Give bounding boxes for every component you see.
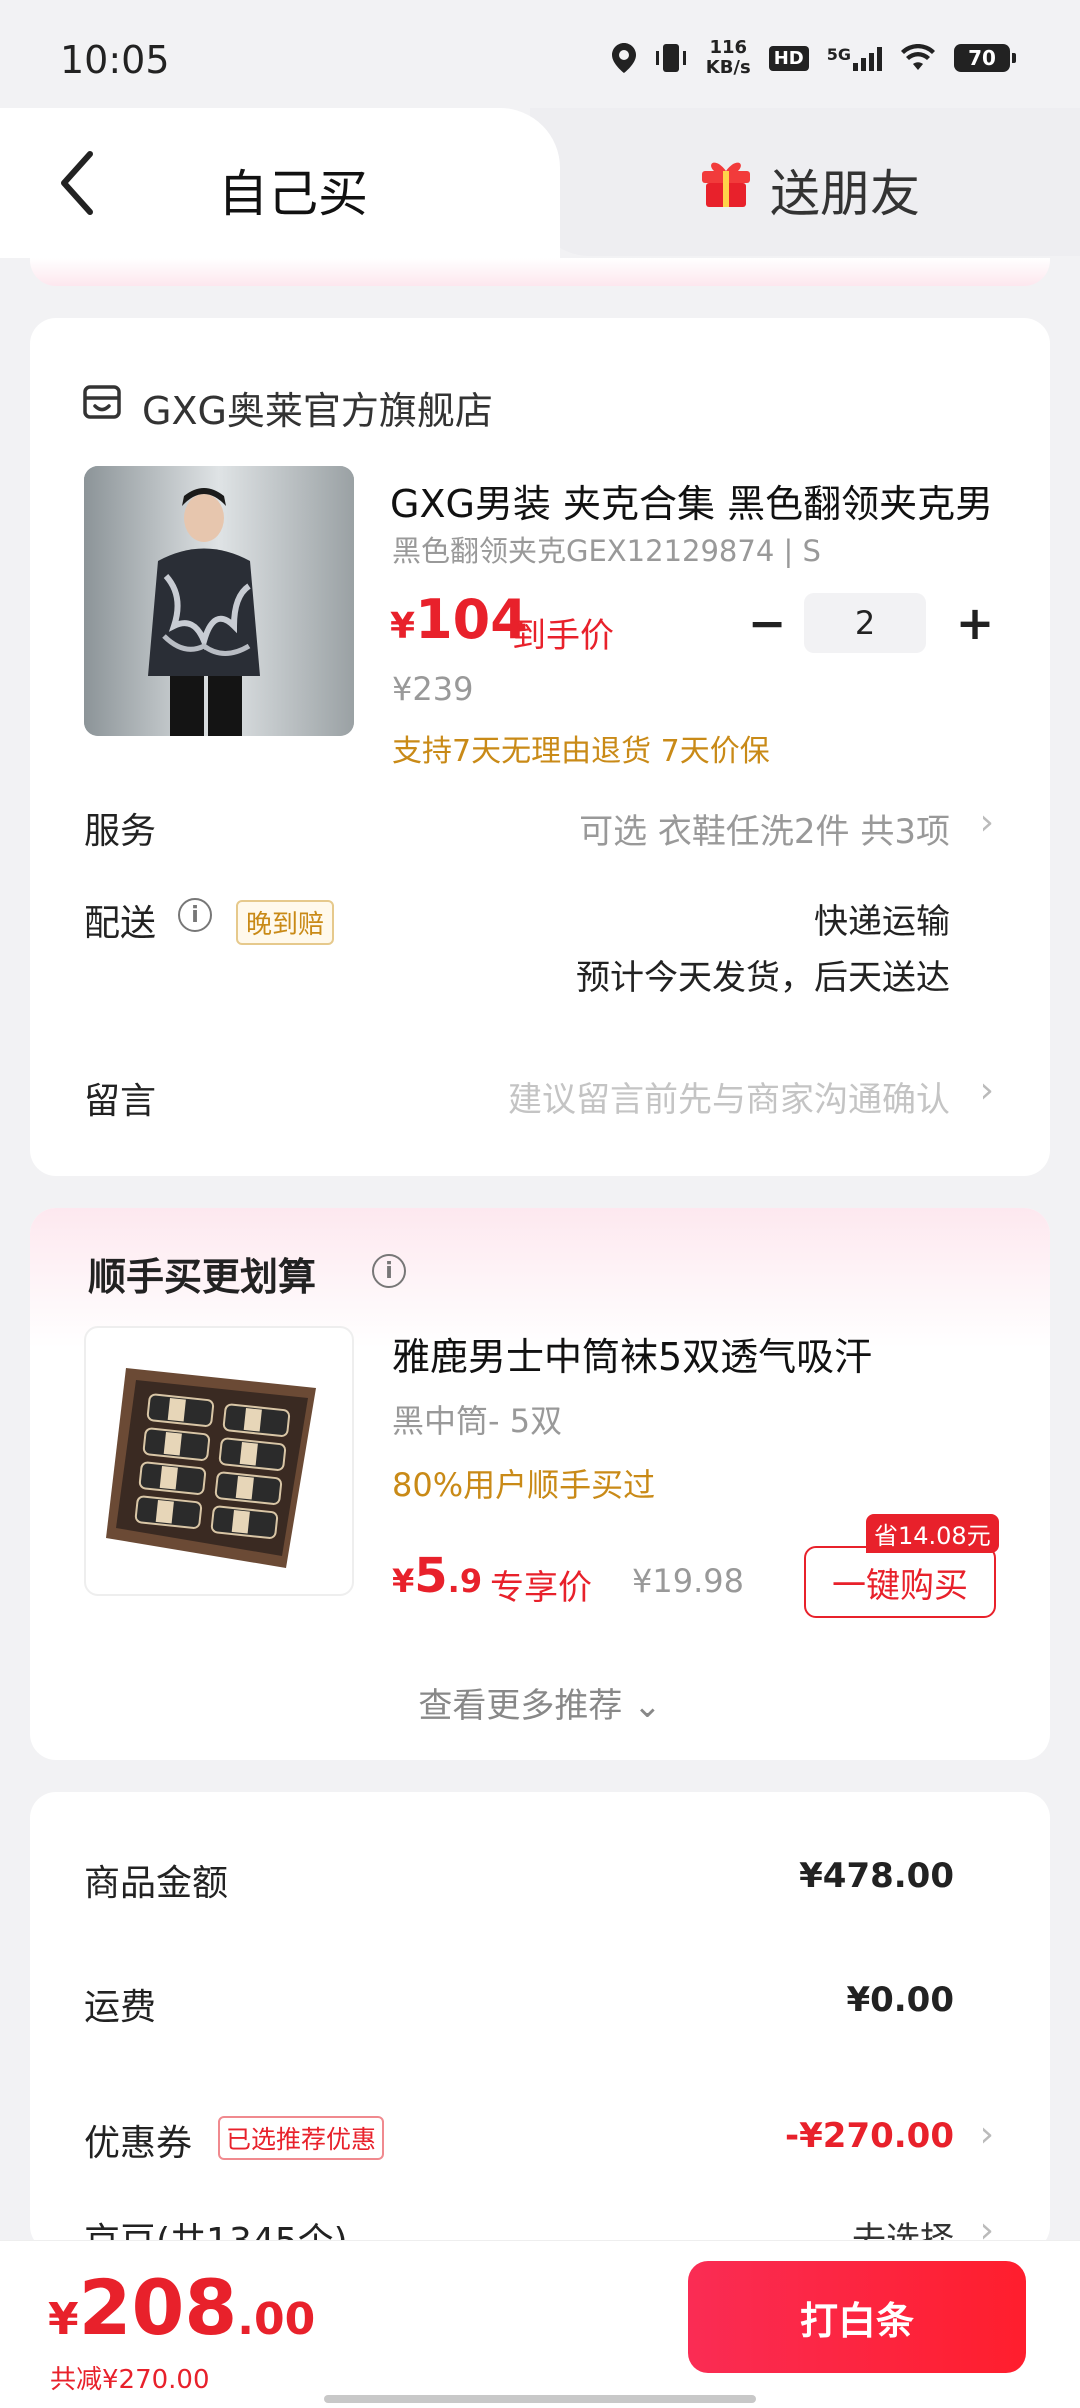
network-type: 5G bbox=[826, 45, 851, 64]
total-price: ¥208.00 bbox=[48, 2263, 315, 2352]
recommend-product-variant[interactable]: 黑中筒- 5双 bbox=[392, 1396, 562, 1442]
pink-divider bbox=[30, 258, 1050, 286]
delivery-method: 快递运输 bbox=[814, 902, 950, 942]
shipping-label: 运费 bbox=[84, 1987, 157, 2028]
home-indicator[interactable] bbox=[324, 2395, 756, 2403]
total-int: 208 bbox=[78, 2263, 238, 2352]
store-name[interactable]: GXG奥莱官方旗舰店 bbox=[142, 380, 493, 435]
vibrate-icon bbox=[655, 44, 686, 72]
guarantee-text: 支持7天无理由退货 7天价保 bbox=[392, 734, 770, 769]
socks-box-figure bbox=[106, 1368, 316, 1568]
back-icon[interactable] bbox=[54, 148, 104, 218]
tab-gift-label: 送朋友 bbox=[770, 165, 920, 223]
checkout-bar: ¥208.00 共减¥270.00 打白条 bbox=[0, 2240, 1080, 2408]
message-input[interactable]: 建议留言前先与商家沟通确认 bbox=[508, 1072, 950, 1121]
delivery-label: 配送 bbox=[84, 903, 157, 944]
quantity-plus-button[interactable]: + bbox=[950, 596, 1000, 650]
recommend-info-icon[interactable]: i bbox=[372, 1254, 406, 1288]
recommend-card: 顺手买更划算 i 雅鹿男士中筒袜5双透气吸汗 黑中筒- 5双 80%用户顺手买过… bbox=[30, 1208, 1050, 1760]
tab-self-label: 自己买 bbox=[218, 165, 368, 223]
hd-icon: HD bbox=[768, 45, 809, 71]
goods-amount-value: ¥478.00 bbox=[799, 1856, 954, 1896]
coupon-label: 优惠券 bbox=[84, 2123, 193, 2164]
recommend-original-price: ¥19.98 bbox=[632, 1562, 744, 1600]
coupon-chevron-icon[interactable]: › bbox=[980, 2114, 994, 2155]
recommend-product-image[interactable] bbox=[84, 1326, 354, 1596]
total-dec: .00 bbox=[237, 2294, 316, 2345]
quantity-minus-button[interactable]: − bbox=[742, 596, 792, 650]
recommend-title: 顺手买更划算 bbox=[88, 1255, 317, 1299]
tab-gift[interactable]: 送朋友 bbox=[530, 108, 1080, 256]
coupon-badge: 已选推荐优惠 bbox=[218, 2116, 385, 2160]
location-icon bbox=[611, 43, 636, 73]
recommend-price-dec: .9 bbox=[447, 1562, 483, 1600]
message-chevron-icon[interactable]: › bbox=[980, 1070, 994, 1111]
product-price: ¥104 bbox=[390, 588, 528, 651]
tab-bar: 送朋友 自己买 bbox=[0, 108, 1080, 258]
message-label: 留言 bbox=[84, 1081, 157, 1122]
total-symbol: ¥ bbox=[48, 2294, 79, 2345]
status-bar: 10:05 116 KB/s HD 5G 70 bbox=[0, 0, 1080, 110]
one-click-buy-button[interactable]: 一键购买 bbox=[804, 1546, 996, 1618]
tab-self[interactable]: 自己买 bbox=[0, 108, 560, 258]
late-compensation-badge: 晚到赔 bbox=[236, 900, 335, 945]
shipping-value: ¥0.00 bbox=[846, 1980, 954, 2020]
recommend-price-int: 5 bbox=[414, 1548, 448, 1604]
status-time: 10:05 bbox=[60, 38, 170, 82]
wifi-icon bbox=[901, 44, 935, 70]
original-price: ¥239 bbox=[392, 670, 474, 708]
recommend-product-name[interactable]: 雅鹿男士中筒袜5双透气吸汗 bbox=[392, 1326, 872, 1381]
speed-unit: KB/s bbox=[705, 57, 751, 78]
recommend-price: ¥5.9 bbox=[392, 1548, 482, 1604]
product-variant[interactable]: 黑色翻领夹克GEX12129874 | S bbox=[392, 528, 821, 570]
cell-signal-icon: 5G bbox=[827, 45, 882, 71]
more-recommendations-button[interactable]: 查看更多推荐 ⌄ bbox=[30, 1678, 1050, 1727]
store-icon bbox=[83, 385, 121, 419]
service-label: 服务 bbox=[84, 811, 157, 852]
battery-icon: 70 bbox=[954, 44, 1016, 72]
pay-button[interactable]: 打白条 bbox=[688, 2261, 1026, 2373]
network-speed: 116 KB/s bbox=[706, 38, 751, 78]
coupon-value[interactable]: -¥270.00 bbox=[785, 2116, 954, 2156]
order-card: GXG奥莱官方旗舰店 GXG男装 夹克合集 黑色翻领夹克男 黑色翻领夹克GEX1… bbox=[30, 318, 1050, 1176]
delivery-eta: 预计今天发货，后天送达 bbox=[576, 958, 950, 998]
jacket-model-figure bbox=[84, 466, 354, 736]
delivery-info-icon[interactable]: i bbox=[178, 898, 212, 932]
gift-icon bbox=[702, 162, 750, 207]
quantity-input[interactable]: 2 bbox=[804, 593, 926, 653]
save-badge: 省14.08元 bbox=[866, 1514, 999, 1553]
service-value[interactable]: 可选 衣鞋任洗2件 共3项 bbox=[579, 804, 950, 853]
status-icons: 116 KB/s HD 5G 70 bbox=[611, 38, 1016, 78]
speed-value: 116 bbox=[709, 37, 748, 58]
price-tag: 到手价 bbox=[512, 616, 614, 656]
product-title[interactable]: GXG男装 夹克合集 黑色翻领夹克男 bbox=[390, 473, 1000, 528]
recommend-price-symbol: ¥ bbox=[392, 1562, 415, 1600]
price-value: 104 bbox=[415, 588, 528, 651]
total-saved: 共减¥270.00 bbox=[50, 2365, 210, 2395]
product-image[interactable] bbox=[84, 466, 354, 736]
price-summary-card: 商品金额 ¥478.00 运费 ¥0.00 优惠券 已选推荐优惠 -¥270.0… bbox=[30, 1792, 1050, 2262]
recommend-price-tag: 专享价 bbox=[490, 1568, 592, 1608]
price-symbol: ¥ bbox=[390, 606, 416, 647]
service-chevron-icon[interactable]: › bbox=[980, 802, 994, 843]
goods-amount-label: 商品金额 bbox=[84, 1863, 229, 1904]
recommend-buyers-text: 80%用户顺手买过 bbox=[392, 1466, 656, 1504]
